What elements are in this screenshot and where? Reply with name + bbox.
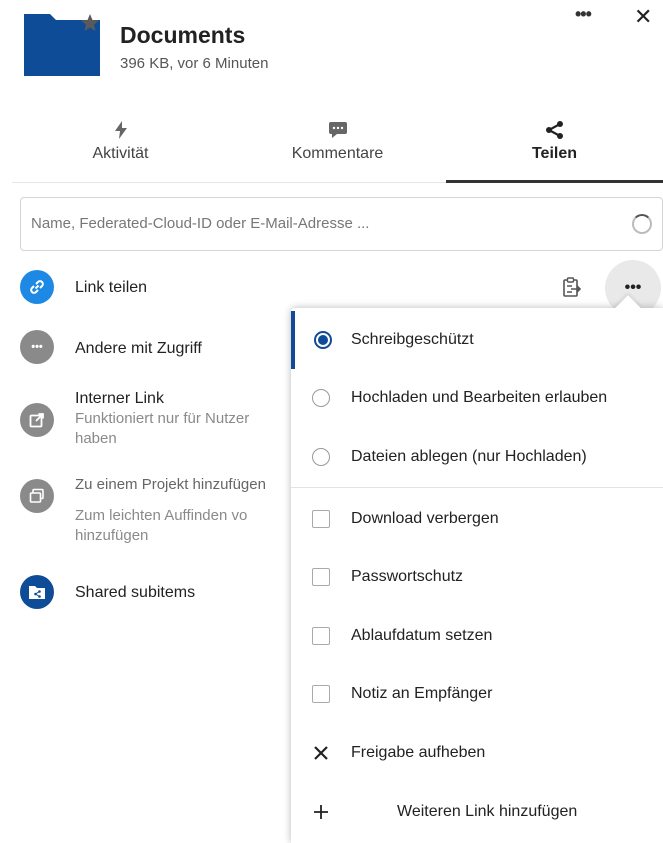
internal-link-desc-2: haben [75, 430, 117, 447]
tab-comments-label: Kommentare [291, 145, 384, 162]
activity-icon [12, 119, 229, 141]
file-title: Documents [120, 22, 246, 48]
share-icon [446, 119, 663, 141]
close-icon [291, 746, 351, 760]
menu-file-drop-label: Dateien ablegen (nur Hochladen) [351, 448, 587, 465]
close-icon[interactable]: ✕ [634, 4, 652, 30]
loading-spinner-icon [632, 214, 652, 234]
comment-icon [229, 119, 446, 141]
sidebar-tabs: Aktivität Kommentare Teilen [12, 113, 663, 183]
share-search-input[interactable] [21, 198, 581, 248]
internal-link-row[interactable]: Interner Link Funktioniert nur für Nutze… [20, 389, 249, 449]
radio-checked-icon [314, 331, 332, 349]
menu-readonly[interactable]: Schreibgeschützt [291, 311, 663, 369]
tab-share[interactable]: Teilen [446, 113, 663, 183]
plus-icon [291, 805, 351, 819]
menu-unshare[interactable]: Freigabe aufheben [291, 724, 663, 782]
menu-password[interactable]: Passwortschutz [291, 548, 663, 606]
tab-comments[interactable]: Kommentare [229, 113, 446, 182]
more-horizontal-icon[interactable]: ••• [575, 4, 592, 25]
checkbox-icon [312, 568, 330, 586]
more-horizontal-icon: ••• [20, 330, 54, 364]
file-meta: 396 KB, vor 6 Minuten [120, 55, 269, 72]
checkbox-icon [312, 510, 330, 528]
others-with-access-label: Andere mit Zugriff [75, 340, 202, 357]
menu-add-link[interactable]: Weiteren Link hinzufügen [291, 783, 663, 841]
folder-icon [24, 14, 100, 76]
tab-activity-label: Aktivität [92, 145, 149, 162]
menu-hide-download-label: Download verbergen [351, 510, 499, 527]
projects-icon [20, 479, 54, 513]
menu-expiration[interactable]: Ablaufdatum setzen [291, 607, 663, 665]
clipboard-icon[interactable] [563, 277, 582, 302]
shared-folder-icon [20, 575, 54, 609]
project-desc-2: hinzufügen [75, 527, 149, 544]
link-share-label: Link teilen [75, 279, 148, 296]
menu-readonly-label: Schreibgeschützt [351, 331, 474, 348]
menu-note-label: Notiz an Empfänger [351, 685, 493, 702]
link-share-menu: Schreibgeschützt Hochladen und Bearbeite… [291, 308, 663, 843]
menu-upload-edit[interactable]: Hochladen und Bearbeiten erlauben [291, 369, 663, 427]
project-title: Zu einem Projekt hinzufügen [75, 476, 266, 493]
project-desc: Zum leichten Auffinden vo [75, 507, 248, 524]
internal-link-desc: Funktioniert nur für Nutzer [75, 410, 250, 427]
menu-add-link-label: Weiteren Link hinzufügen [397, 803, 578, 820]
menu-password-label: Passwortschutz [351, 568, 464, 585]
menu-note[interactable]: Notiz an Empfänger [291, 665, 663, 723]
menu-unshare-label: Freigabe aufheben [351, 744, 486, 761]
internal-link-title: Interner Link [75, 390, 164, 407]
tab-share-label: Teilen [531, 145, 578, 162]
share-search [20, 197, 663, 251]
checkbox-icon [312, 627, 330, 645]
menu-expiration-label: Ablaufdatum setzen [351, 627, 493, 644]
menu-file-drop[interactable]: Dateien ablegen (nur Hochladen) [291, 428, 663, 486]
shared-subitems-row[interactable]: Shared subitems [20, 575, 195, 609]
external-link-icon [20, 403, 54, 437]
others-with-access-row[interactable]: ••• Andere mit Zugriff [20, 330, 202, 364]
checkbox-icon [312, 685, 330, 703]
link-icon [20, 270, 54, 304]
link-share-row: Link teilen [20, 270, 147, 304]
radio-icon [312, 448, 330, 466]
menu-hide-download[interactable]: Download verbergen [291, 490, 663, 548]
menu-upload-edit-label: Hochladen und Bearbeiten erlauben [351, 389, 608, 406]
menu-divider [291, 487, 663, 488]
shared-subitems-label: Shared subitems [75, 584, 196, 601]
tab-activity[interactable]: Aktivität [12, 113, 229, 182]
radio-icon [312, 389, 330, 407]
project-row[interactable]: Zu einem Projekt hinzufügen Zum leichten… [20, 475, 266, 546]
